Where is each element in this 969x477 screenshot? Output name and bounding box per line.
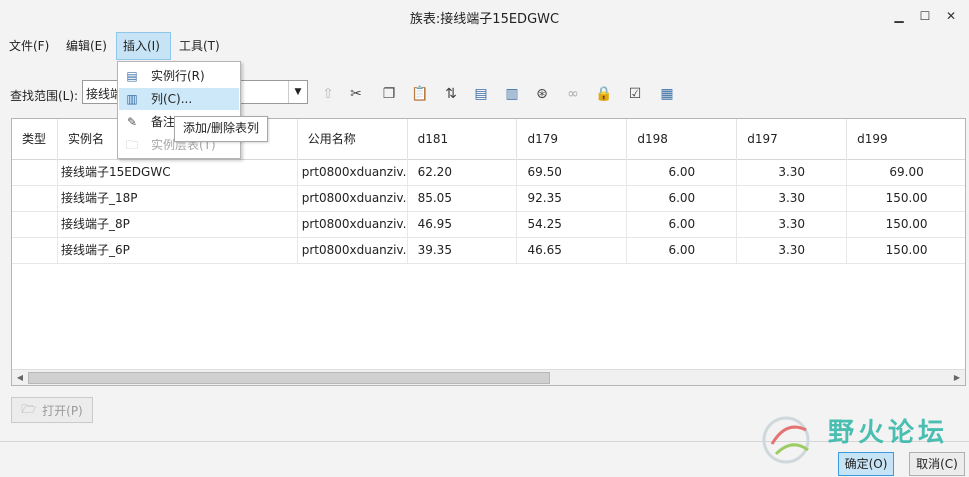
menu-item-label: 备注	[151, 115, 176, 129]
cell-common-name[interactable]: prt0800xduanziv...	[298, 185, 408, 211]
cell-instance-name[interactable]: 接线端子_6P	[58, 237, 298, 263]
table-row[interactable]: 接线端子15EDGWC prt0800xduanziv... 62.20 69.…	[12, 159, 965, 186]
table-row[interactable]: 接线端子_18P prt0800xduanziv... 85.05 92.35 …	[12, 185, 965, 212]
menu-item-instance-row[interactable]: ▤ 实例行(R)	[119, 65, 239, 87]
up-level-icon[interactable]: ⇧	[317, 84, 339, 104]
col-d179[interactable]: d179	[517, 119, 628, 159]
lock-icon[interactable]: 🔒	[593, 84, 615, 104]
cell-d179[interactable]: 69.50	[517, 159, 628, 185]
menu-edit[interactable]: 编辑(E)	[60, 32, 113, 60]
sort-icon[interactable]: ⇅	[440, 84, 462, 104]
column-icon[interactable]: ▥	[501, 84, 523, 104]
scroll-right-icon[interactable]: ▶	[950, 371, 964, 384]
cell-type[interactable]	[12, 159, 58, 185]
cell-d199[interactable]: 150.00	[847, 237, 965, 263]
cell-common-name[interactable]: prt0800xduanziv...	[298, 159, 408, 185]
cell-d197[interactable]: 3.30	[737, 237, 848, 263]
cell-instance-name[interactable]: 接线端子_18P	[58, 185, 298, 211]
ok-button[interactable]: 确定(O)	[838, 452, 894, 476]
minimize-icon[interactable]: ▁	[887, 6, 911, 26]
cell-type[interactable]	[12, 185, 58, 211]
cell-d179[interactable]: 54.25	[517, 211, 628, 237]
col-common-name[interactable]: 公用名称	[298, 119, 408, 159]
search-range-label: 查找范围(L):	[10, 89, 79, 103]
cell-d179[interactable]: 92.35	[517, 185, 628, 211]
cell-d197[interactable]: 3.30	[737, 211, 848, 237]
table-row[interactable]: 接线端子_8P prt0800xduanziv... 46.95 54.25 6…	[12, 211, 965, 238]
window-title: 族表:接线端子15EDGWC	[409, 12, 560, 27]
cell-type[interactable]	[12, 211, 58, 237]
note-icon: ✎	[126, 115, 138, 129]
open-button[interactable]: 🗁 打开(P)	[11, 397, 93, 423]
maximize-icon[interactable]: ☐	[913, 6, 937, 26]
cell-d198[interactable]: 6.00	[627, 185, 738, 211]
cell-d199[interactable]: 150.00	[847, 211, 965, 237]
cell-type[interactable]	[12, 237, 58, 263]
cell-d199[interactable]: 69.00	[847, 159, 965, 185]
col-d199[interactable]: d199	[847, 119, 965, 159]
chevron-down-icon[interactable]: ▼	[288, 81, 307, 103]
col-d181[interactable]: d181	[408, 119, 518, 159]
cell-d198[interactable]: 6.00	[627, 159, 738, 185]
horizontal-scrollbar[interactable]: ◀ ▶	[12, 369, 965, 385]
verify-icon[interactable]: ☑	[624, 84, 646, 104]
title-bar: 族表:接线端子15EDGWC ▁ ☐ ✕	[0, 0, 969, 32]
cell-d181[interactable]: 62.20	[408, 159, 518, 185]
col-type[interactable]: 类型	[12, 119, 58, 159]
cell-d181[interactable]: 39.35	[408, 237, 518, 263]
cell-instance-name[interactable]: 接线端子15EDGWC	[58, 159, 298, 185]
cell-d198[interactable]: 6.00	[627, 211, 738, 237]
copy-icon[interactable]: ❐	[378, 84, 400, 104]
folder-open-icon: 🗁	[21, 401, 37, 416]
column-icon: ▥	[126, 92, 138, 106]
menu-file[interactable]: 文件(F)	[3, 32, 55, 60]
cell-d197[interactable]: 3.30	[737, 185, 848, 211]
cell-d198[interactable]: 6.00	[627, 237, 738, 263]
paste-icon[interactable]: 📋	[409, 84, 431, 104]
menu-tools[interactable]: 工具(T)	[173, 32, 226, 60]
table-row[interactable]: 接线端子_6P prt0800xduanziv... 39.35 46.65 6…	[12, 237, 965, 264]
insert-menu-dropdown: ▤ 实例行(R) ▥ 列(C)... ✎ 备注 🗀 实例层表(T)	[117, 61, 241, 159]
binoculars-icon[interactable]: ⊛	[531, 84, 553, 104]
cell-d181[interactable]: 46.95	[408, 211, 518, 237]
table-icon[interactable]: ▦	[656, 84, 678, 104]
cell-common-name[interactable]: prt0800xduanziv...	[298, 237, 408, 263]
cancel-button[interactable]: 取消(C)	[909, 452, 965, 476]
cell-common-name[interactable]: prt0800xduanziv...	[298, 211, 408, 237]
close-icon[interactable]: ✕	[939, 6, 963, 26]
cell-d197[interactable]: 3.30	[737, 159, 848, 185]
menu-bar: 文件(F) 编辑(E) 插入(I) 工具(T)	[0, 32, 969, 60]
cell-instance-name[interactable]: 接线端子_8P	[58, 211, 298, 237]
watermark-emblem-icon	[762, 416, 810, 464]
glasses-icon[interactable]: ∞	[562, 84, 584, 104]
col-d197[interactable]: d197	[737, 119, 848, 159]
menu-item-label: 列(C)...	[151, 92, 193, 106]
scrollbar-thumb[interactable]	[28, 372, 550, 384]
col-d198[interactable]: d198	[627, 119, 738, 159]
menu-item-label: 实例行(R)	[151, 69, 205, 83]
instance-row-icon[interactable]: ▤	[470, 84, 492, 104]
instance-row-icon: ▤	[126, 69, 138, 83]
open-button-label: 打开(P)	[42, 403, 83, 418]
menu-insert[interactable]: 插入(I)	[116, 32, 171, 60]
folder-icon: 🗀	[125, 138, 138, 152]
watermark-text: 野火论坛	[828, 418, 949, 448]
cell-d199[interactable]: 150.00	[847, 185, 965, 211]
cell-d181[interactable]: 85.05	[408, 185, 518, 211]
cell-d179[interactable]: 46.65	[517, 237, 628, 263]
scroll-left-icon[interactable]: ◀	[13, 371, 27, 384]
cut-icon[interactable]: ✂	[345, 84, 367, 104]
menu-item-column[interactable]: ▥ 列(C)...	[119, 88, 239, 110]
tooltip: 添加/删除表列	[174, 116, 268, 142]
